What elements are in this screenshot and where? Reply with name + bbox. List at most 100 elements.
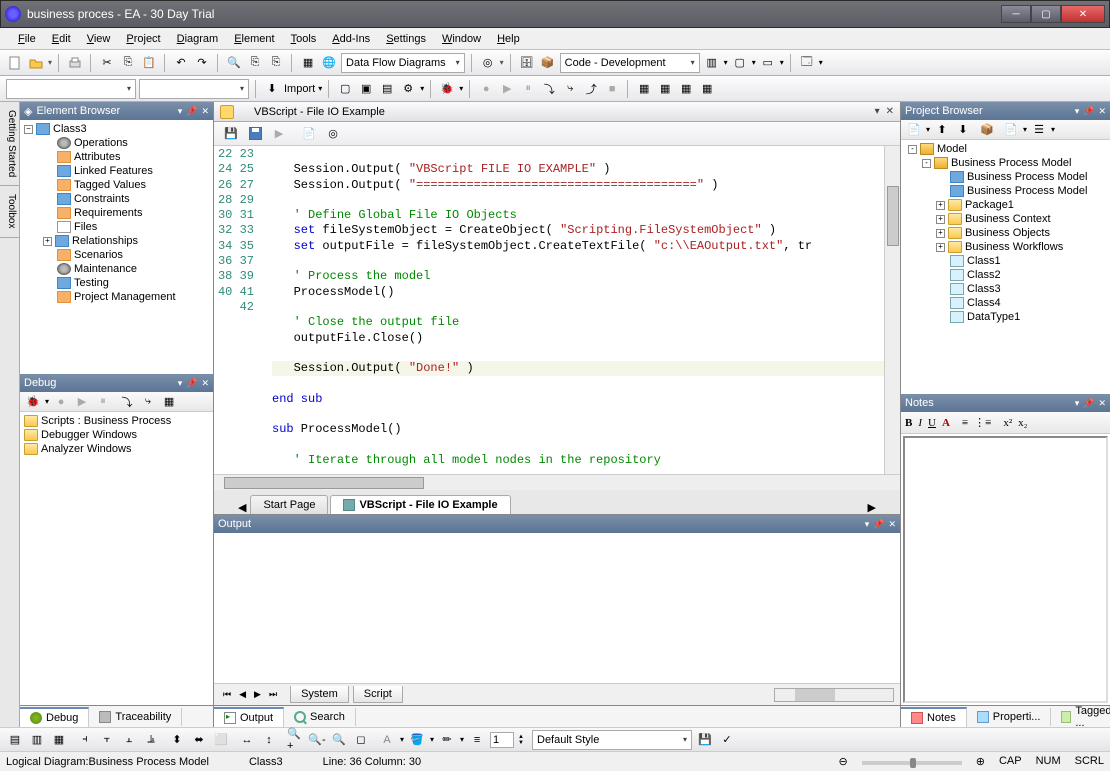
- font-color-icon[interactable]: A: [378, 731, 396, 749]
- notes-body[interactable]: [903, 436, 1108, 703]
- diagram-type-combo[interactable]: Data Flow Diagrams: [341, 53, 465, 73]
- zoom-fit-icon[interactable]: 🔍: [330, 731, 348, 749]
- tree-item[interactable]: -Model: [901, 142, 1110, 156]
- target-icon[interactable]: ◎: [324, 125, 342, 143]
- tree-item[interactable]: Scripts : Business Process: [20, 414, 213, 428]
- close-icon[interactable]: ✕: [1098, 398, 1106, 409]
- toolbox-tab[interactable]: Toolbox: [0, 186, 19, 237]
- horizontal-scrollbar[interactable]: [214, 474, 900, 490]
- paste-icon[interactable]: 📋: [140, 54, 158, 72]
- print-icon[interactable]: [66, 54, 84, 72]
- dropdown-icon[interactable]: ▾: [500, 58, 504, 67]
- menu-view[interactable]: View: [79, 31, 119, 47]
- import-label[interactable]: Import: [284, 83, 315, 95]
- line-width-icon[interactable]: ≡: [468, 731, 486, 749]
- new-icon[interactable]: 📄: [905, 121, 923, 139]
- close-button[interactable]: ✕: [1061, 5, 1105, 23]
- bug-icon[interactable]: 🐞: [438, 80, 456, 98]
- copy-icon[interactable]: ⎘: [119, 54, 137, 72]
- pkg-icon[interactable]: 📦: [539, 54, 557, 72]
- tree-item[interactable]: Constraints: [20, 192, 213, 206]
- tree-item[interactable]: Business Process Model: [901, 170, 1110, 184]
- font-color-button[interactable]: A: [942, 417, 950, 429]
- tb-icon[interactable]: ▤: [6, 731, 24, 749]
- menu-edit[interactable]: Edit: [44, 31, 79, 47]
- list-bul-icon[interactable]: ⋮≡: [974, 416, 991, 429]
- dropdown-icon[interactable]: ▾: [48, 58, 52, 67]
- tree-item[interactable]: Business Process Model: [901, 184, 1110, 198]
- redo-icon[interactable]: ↷: [193, 54, 211, 72]
- tree-item[interactable]: Class2: [901, 268, 1110, 282]
- window-icon[interactable]: 🗔: [798, 54, 816, 72]
- tab-search[interactable]: Search: [284, 708, 356, 726]
- tree-item[interactable]: Class1: [901, 254, 1110, 268]
- paste2-icon[interactable]: ⎘: [267, 54, 285, 72]
- world-icon[interactable]: 🌐: [320, 54, 338, 72]
- tree-item[interactable]: Linked Features: [20, 164, 213, 178]
- close-icon[interactable]: ✕: [886, 106, 894, 117]
- dropdown-icon[interactable]: ▾: [1075, 106, 1080, 117]
- bold-button[interactable]: B: [905, 417, 912, 429]
- tb-icon[interactable]: ▣: [357, 80, 375, 98]
- import-icon[interactable]: ⬇: [263, 80, 281, 98]
- save-icon[interactable]: [246, 125, 264, 143]
- first-icon[interactable]: ⏮: [220, 688, 234, 701]
- zoom-100-icon[interactable]: ◻: [352, 731, 370, 749]
- output-tab-script[interactable]: Script: [353, 686, 403, 703]
- tab-notes[interactable]: Notes: [901, 707, 967, 727]
- layout1-icon[interactable]: ▥: [703, 54, 721, 72]
- style-combo[interactable]: Default Style: [532, 730, 692, 750]
- tree-item[interactable]: Debugger Windows: [20, 428, 213, 442]
- tab-start-page[interactable]: Start Page: [250, 495, 328, 514]
- zoom-in-icon[interactable]: 🔍+: [286, 731, 304, 749]
- menu-file[interactable]: File: [10, 31, 44, 47]
- vertical-scrollbar[interactable]: [884, 146, 900, 474]
- tb-icon[interactable]: ▦: [635, 80, 653, 98]
- space-icon[interactable]: ↕: [260, 731, 278, 749]
- search-icon[interactable]: 🔍: [225, 54, 243, 72]
- close-icon[interactable]: ✕: [1098, 106, 1106, 117]
- align-left-icon[interactable]: ⫞: [76, 731, 94, 749]
- next-icon[interactable]: ▶: [251, 688, 264, 701]
- layout2-icon[interactable]: ▢: [731, 54, 749, 72]
- tree-item[interactable]: Requirements: [20, 206, 213, 220]
- tab-scroll-right[interactable]: ▶: [864, 501, 880, 514]
- menu-help[interactable]: Help: [489, 31, 528, 47]
- tree-item[interactable]: Tagged Values: [20, 178, 213, 192]
- step-icon[interactable]: ⤵: [118, 393, 136, 411]
- pin-icon[interactable]: 📌: [873, 519, 884, 530]
- size-icon[interactable]: ⬜: [212, 731, 230, 749]
- pkg-icon[interactable]: 📦: [978, 121, 996, 139]
- step-into-icon[interactable]: ⤷: [561, 80, 579, 98]
- tree-item[interactable]: Project Management: [20, 290, 213, 304]
- apply-style-icon[interactable]: ✓: [718, 731, 736, 749]
- output-tab-system[interactable]: System: [290, 686, 349, 703]
- menu-window[interactable]: Window: [434, 31, 489, 47]
- code-editor[interactable]: 22 23 24 25 26 27 28 29 30 31 32 33 34 3…: [214, 146, 900, 474]
- zoom-slider[interactable]: [862, 761, 962, 765]
- tree-item[interactable]: Analyzer Windows: [20, 442, 213, 456]
- menu-settings[interactable]: Settings: [378, 31, 434, 47]
- menu-add-ins[interactable]: Add-Ins: [324, 31, 378, 47]
- minimize-button[interactable]: ─: [1001, 5, 1031, 23]
- target-icon[interactable]: ◎: [479, 54, 497, 72]
- fill-color-icon[interactable]: 🪣: [408, 731, 426, 749]
- pin-icon[interactable]: 📌: [186, 106, 197, 117]
- tb-icon[interactable]: ▦: [677, 80, 695, 98]
- pin-icon[interactable]: 📌: [186, 378, 197, 389]
- pin-icon[interactable]: 📌: [1083, 398, 1094, 409]
- tb-icon[interactable]: ▦: [160, 393, 178, 411]
- step-out-icon[interactable]: ⤴: [582, 80, 600, 98]
- prev-icon[interactable]: ◀: [236, 688, 249, 701]
- tb-icon[interactable]: ▥: [28, 731, 46, 749]
- copy2-icon[interactable]: ⎘: [246, 54, 264, 72]
- dropdown-icon[interactable]: ▾: [178, 106, 183, 117]
- last-icon[interactable]: ⏭: [266, 688, 280, 701]
- open-icon[interactable]: [27, 54, 45, 72]
- close-icon[interactable]: ✕: [888, 519, 896, 530]
- tab-scroll-left[interactable]: ◀: [234, 501, 250, 514]
- tree-item[interactable]: -Business Process Model: [901, 156, 1110, 170]
- zoom-out-button[interactable]: ⊖: [839, 755, 848, 768]
- menu-element[interactable]: Element: [226, 31, 282, 47]
- step-over-icon[interactable]: ⤵: [540, 80, 558, 98]
